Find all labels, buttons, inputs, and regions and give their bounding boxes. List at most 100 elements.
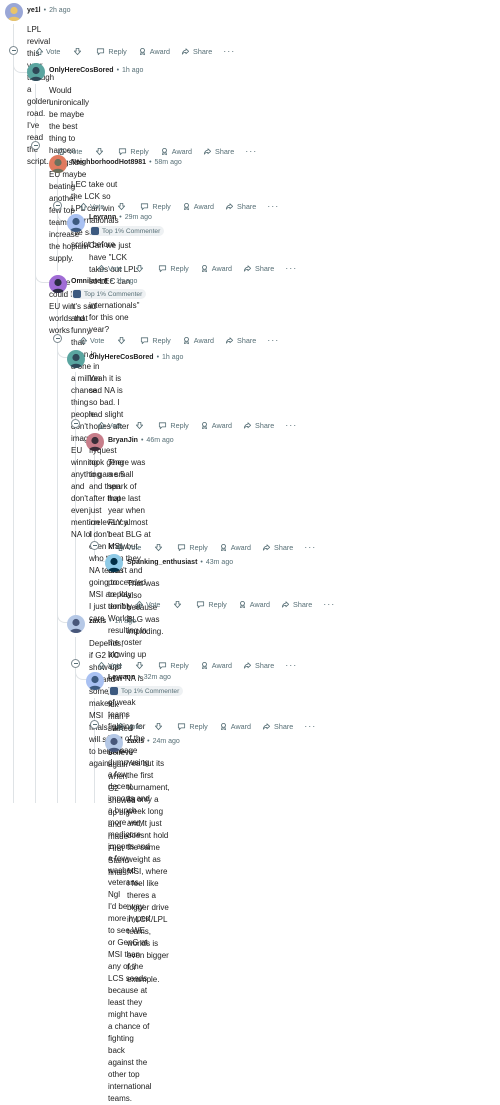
award-icon (161, 147, 167, 155)
comment-author[interactable]: Leyrann (108, 674, 135, 681)
collapse-thread-button[interactable] (53, 201, 62, 210)
comment-author[interactable]: zaxls (89, 618, 106, 625)
share-button[interactable]: Share (203, 147, 234, 156)
comment-author[interactable]: BryanJin (108, 437, 138, 444)
award-label: Award (149, 46, 171, 56)
avatar[interactable] (49, 275, 67, 293)
downvote-button[interactable] (135, 661, 147, 670)
award-button[interactable]: Award (238, 600, 270, 609)
downvote-button[interactable] (73, 47, 85, 56)
collapse-thread-button[interactable] (9, 46, 18, 55)
downvote-button[interactable] (154, 543, 166, 552)
award-button[interactable]: Award (200, 661, 232, 670)
award-button[interactable]: Award (182, 336, 214, 345)
upvote-button[interactable]: Vote (97, 264, 122, 273)
award-label: Award (211, 660, 233, 670)
vote-label: Vote (108, 263, 123, 273)
avatar[interactable] (5, 3, 23, 21)
avatar[interactable] (67, 615, 85, 633)
share-button[interactable]: Share (225, 336, 256, 345)
comment-author[interactable]: OnlyHereCosBored (49, 67, 114, 74)
more-options-button[interactable]: ··· (323, 599, 335, 609)
user-flair: Top 1% Commenter (71, 289, 147, 299)
more-options-button[interactable]: ··· (304, 721, 316, 731)
reply-button[interactable]: Reply (158, 421, 189, 430)
share-button[interactable]: Share (181, 47, 212, 56)
comment-author[interactable]: NeighborhoodHot8981 (71, 159, 146, 166)
award-button[interactable]: Award (200, 264, 232, 273)
avatar[interactable] (27, 63, 45, 81)
upvote-button[interactable]: Vote (79, 202, 104, 211)
share-button[interactable]: Share (243, 264, 274, 273)
collapse-thread-button[interactable] (90, 541, 99, 550)
collapse-thread-button[interactable] (71, 419, 80, 428)
share-button[interactable]: Share (243, 421, 274, 430)
more-options-button[interactable]: ··· (285, 263, 297, 273)
upvote-button[interactable]: Vote (116, 722, 141, 731)
comment-author[interactable]: Omnilatent (71, 278, 108, 285)
share-button[interactable]: Share (225, 202, 256, 211)
reply-button[interactable]: Reply (158, 661, 189, 670)
upvote-button[interactable]: Vote (79, 336, 104, 345)
award-button[interactable]: Award (138, 47, 170, 56)
upvote-button[interactable]: Vote (116, 543, 141, 552)
more-options-button[interactable]: ··· (285, 420, 297, 430)
collapse-thread-button[interactable] (90, 720, 99, 729)
separator-dot: • (110, 278, 114, 285)
reply-button[interactable]: Reply (140, 202, 171, 211)
collapse-thread-button[interactable] (71, 659, 80, 668)
downvote-button[interactable] (117, 336, 129, 345)
reply-button[interactable]: Reply (140, 336, 171, 345)
award-icon (239, 600, 245, 608)
more-options-button[interactable]: ··· (304, 542, 316, 552)
more-options-button[interactable]: ··· (267, 201, 279, 211)
award-button[interactable]: Award (182, 202, 214, 211)
downvote-button[interactable] (135, 264, 147, 273)
upvote-button[interactable]: Vote (35, 47, 60, 56)
downvote-button[interactable] (173, 600, 185, 609)
avatar[interactable] (86, 672, 104, 690)
upvote-button[interactable]: Vote (97, 661, 122, 670)
reply-button[interactable]: Reply (96, 47, 127, 56)
award-button[interactable]: Award (219, 722, 251, 731)
share-label: Share (255, 420, 275, 430)
share-button[interactable]: Share (262, 543, 293, 552)
more-options-button[interactable]: ··· (285, 660, 297, 670)
downvote-button[interactable] (95, 147, 107, 156)
avatar[interactable] (49, 155, 67, 173)
avatar[interactable] (105, 734, 123, 752)
downvote-button[interactable] (135, 421, 147, 430)
collapse-thread-button[interactable] (53, 334, 62, 343)
comment-author[interactable]: OnlyHereCosBored (89, 354, 154, 361)
upvote-button[interactable]: Vote (97, 421, 122, 430)
award-button[interactable]: Award (160, 147, 192, 156)
upvote-button[interactable]: Vote (57, 147, 82, 156)
avatar[interactable] (67, 350, 85, 368)
share-button[interactable]: Share (243, 661, 274, 670)
more-options-button[interactable]: ··· (223, 46, 235, 56)
more-options-button[interactable]: ··· (245, 146, 257, 156)
share-icon (262, 543, 271, 551)
reply-button[interactable]: Reply (118, 147, 149, 156)
reply-button[interactable]: Reply (196, 600, 227, 609)
share-button[interactable]: Share (281, 600, 312, 609)
comment-author[interactable]: Spanking_enthusiast (127, 559, 197, 566)
comment-author[interactable]: Leyrann (89, 214, 116, 221)
comment-author[interactable]: zaxls (127, 738, 144, 745)
comment-author[interactable]: ye1l (27, 7, 41, 14)
award-button[interactable]: Award (200, 421, 232, 430)
reply-button[interactable]: Reply (177, 543, 208, 552)
avatar[interactable] (86, 433, 104, 451)
avatar[interactable] (67, 214, 85, 232)
more-options-button[interactable]: ··· (267, 335, 279, 345)
award-button[interactable]: Award (219, 543, 251, 552)
upvote-button[interactable]: Vote (135, 600, 160, 609)
share-button[interactable]: Share (262, 722, 293, 731)
separator-dot: • (138, 674, 141, 681)
downvote-button[interactable] (117, 202, 129, 211)
collapse-thread-button[interactable] (31, 141, 40, 150)
avatar[interactable] (105, 554, 123, 572)
downvote-button[interactable] (154, 722, 166, 731)
reply-button[interactable]: Reply (158, 264, 189, 273)
reply-button[interactable]: Reply (177, 722, 208, 731)
